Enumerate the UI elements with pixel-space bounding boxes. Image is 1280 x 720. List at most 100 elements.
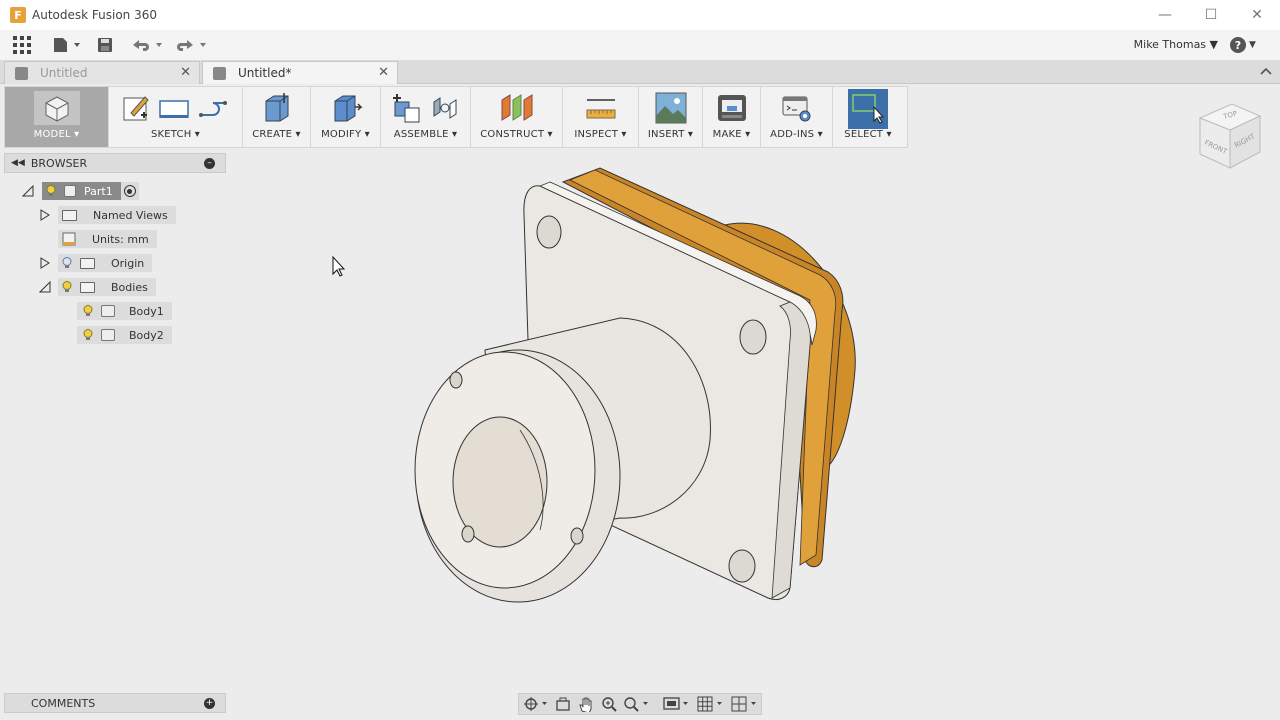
press-pull-icon bbox=[334, 95, 363, 122]
title-bar: F Autodesk Fusion 360 — ☐ ✕ bbox=[0, 0, 1280, 30]
redo-icon bbox=[177, 40, 206, 51]
zoom-window-icon bbox=[624, 697, 648, 712]
new-component-icon bbox=[392, 94, 419, 123]
collapse-browser-icon[interactable]: ◀◀ bbox=[11, 158, 25, 168]
units-label: Units: mm bbox=[92, 232, 149, 246]
grid-icon bbox=[13, 36, 31, 54]
main-toolbar: MODEL ▾ SKETCH ▾ CREATE ▾ MODIFY ▾ ASSEM… bbox=[4, 86, 908, 148]
visibility-bulb-icon[interactable] bbox=[62, 257, 72, 269]
view-cube[interactable]: TOP FRONT RIGHT bbox=[1194, 96, 1266, 178]
help-menu-button[interactable]: ? ▼ bbox=[1230, 36, 1266, 54]
maximize-button[interactable]: ☐ bbox=[1188, 0, 1234, 30]
tree-item-body1[interactable]: Body1 bbox=[77, 302, 172, 320]
pan-button[interactable] bbox=[576, 695, 595, 713]
bodies-label: Bodies bbox=[111, 280, 148, 294]
document-icon bbox=[213, 66, 226, 80]
origin-chip: Origin bbox=[58, 254, 153, 272]
browser-panel-header[interactable]: ◀◀ BROWSER – bbox=[4, 153, 226, 173]
minimize-button[interactable]: — bbox=[1142, 0, 1188, 30]
make-group[interactable]: MAKE ▾ bbox=[703, 87, 761, 147]
pan-hand-icon bbox=[579, 697, 592, 712]
add-comment-icon[interactable]: + bbox=[204, 698, 215, 709]
collapse-bodies-arrow[interactable] bbox=[39, 281, 51, 293]
grid-settings-button[interactable] bbox=[697, 695, 727, 713]
addins-group[interactable]: ADD-INS ▾ bbox=[761, 87, 833, 147]
collapse-toolbar-icon[interactable] bbox=[1260, 64, 1272, 78]
user-account-menu[interactable]: Mike Thomas ▼ bbox=[1134, 30, 1218, 60]
tab-untitled[interactable]: Untitled ✕ bbox=[4, 61, 200, 84]
look-at-button[interactable] bbox=[553, 695, 572, 713]
expand-origin-arrow[interactable] bbox=[39, 257, 51, 269]
help-caret: ▼ bbox=[1249, 40, 1256, 50]
window-controls: — ☐ ✕ bbox=[1142, 0, 1280, 30]
workspace-switcher[interactable]: MODEL ▾ bbox=[5, 87, 109, 147]
zoom-button[interactable] bbox=[600, 695, 619, 713]
extrude-icon bbox=[265, 93, 288, 122]
save-button[interactable] bbox=[90, 30, 120, 60]
insert-group[interactable]: INSERT ▾ bbox=[639, 87, 703, 147]
measure-icon bbox=[586, 99, 615, 119]
visibility-bulb-icon[interactable] bbox=[62, 281, 72, 293]
tree-item-bodies[interactable]: Bodies bbox=[58, 278, 156, 296]
inspect-group[interactable]: INSPECT ▾ bbox=[563, 87, 639, 147]
fit-button[interactable] bbox=[623, 695, 653, 713]
data-panel-button[interactable] bbox=[0, 30, 44, 60]
orbit-button[interactable] bbox=[523, 695, 549, 713]
visibility-bulb-icon[interactable] bbox=[46, 185, 56, 197]
look-at-icon bbox=[556, 697, 570, 711]
insert-label: INSERT ▾ bbox=[647, 129, 694, 140]
addins-label: ADD-INS ▾ bbox=[770, 129, 823, 140]
tree-item-body2[interactable]: Body2 bbox=[77, 326, 172, 344]
comments-panel[interactable]: COMMENTS + bbox=[4, 693, 226, 713]
tree-item-units[interactable]: Units: mm bbox=[58, 230, 157, 248]
construct-label: CONSTRUCT ▾ bbox=[480, 129, 553, 140]
help-icon: ? bbox=[1230, 37, 1246, 53]
minimize-browser-icon[interactable]: – bbox=[204, 158, 215, 169]
assemble-group[interactable]: ASSEMBLE ▾ bbox=[381, 87, 471, 147]
viewports-icon bbox=[731, 696, 756, 712]
model-workspace-label: MODEL ▾ bbox=[33, 129, 80, 140]
create-sketch-icon[interactable] bbox=[121, 93, 151, 123]
tree-item-named-views[interactable]: Named Views bbox=[58, 206, 176, 224]
viewports-button[interactable] bbox=[731, 695, 761, 713]
file-menu-button[interactable] bbox=[44, 30, 90, 60]
rectangle-icon[interactable] bbox=[157, 93, 191, 123]
body-icon bbox=[101, 329, 115, 341]
close-tab-icon[interactable]: ✕ bbox=[378, 65, 389, 80]
display-settings-icon bbox=[663, 697, 688, 710]
visibility-bulb-icon[interactable] bbox=[83, 329, 93, 341]
tree-item-origin[interactable]: Origin bbox=[58, 254, 153, 272]
line-icon[interactable] bbox=[197, 93, 231, 123]
named-views-chip: Named Views bbox=[58, 206, 176, 224]
body-icon bbox=[101, 305, 115, 317]
file-icon bbox=[54, 38, 80, 52]
body1-label: Body1 bbox=[129, 304, 164, 318]
undo-button[interactable] bbox=[126, 30, 170, 60]
display-settings-button[interactable] bbox=[663, 695, 693, 713]
window-title: Autodesk Fusion 360 bbox=[32, 8, 157, 22]
sketch-group[interactable]: SKETCH ▾ bbox=[109, 87, 243, 147]
modify-group[interactable]: MODIFY ▾ bbox=[311, 87, 381, 147]
close-button[interactable]: ✕ bbox=[1234, 0, 1280, 30]
expand-named-views-arrow[interactable] bbox=[39, 209, 51, 221]
select-label: SELECT ▾ bbox=[844, 129, 892, 140]
close-tab-icon[interactable]: ✕ bbox=[180, 65, 191, 80]
create-group[interactable]: CREATE ▾ bbox=[243, 87, 311, 147]
collapse-part-arrow[interactable] bbox=[22, 185, 34, 197]
document-icon bbox=[15, 66, 28, 80]
tree-item-part[interactable]: Part1 bbox=[42, 182, 139, 200]
activate-component-icon[interactable] bbox=[120, 182, 139, 200]
sketch-label: SKETCH ▾ bbox=[150, 129, 201, 140]
scripts-addins-icon bbox=[782, 96, 810, 122]
part-chip: Part1 bbox=[42, 182, 121, 200]
visibility-bulb-icon[interactable] bbox=[83, 305, 93, 317]
construct-group[interactable]: CONSTRUCT ▾ bbox=[471, 87, 563, 147]
body2-label: Body2 bbox=[129, 328, 164, 342]
tab-untitled-active[interactable]: Untitled* ✕ bbox=[202, 61, 398, 84]
body1-chip: Body1 bbox=[77, 302, 172, 320]
joint-icon bbox=[433, 97, 456, 119]
folder-icon bbox=[80, 257, 95, 269]
3d-viewport[interactable] bbox=[230, 150, 1280, 720]
redo-button[interactable] bbox=[170, 30, 214, 60]
select-group[interactable]: SELECT ▾ bbox=[833, 87, 903, 147]
